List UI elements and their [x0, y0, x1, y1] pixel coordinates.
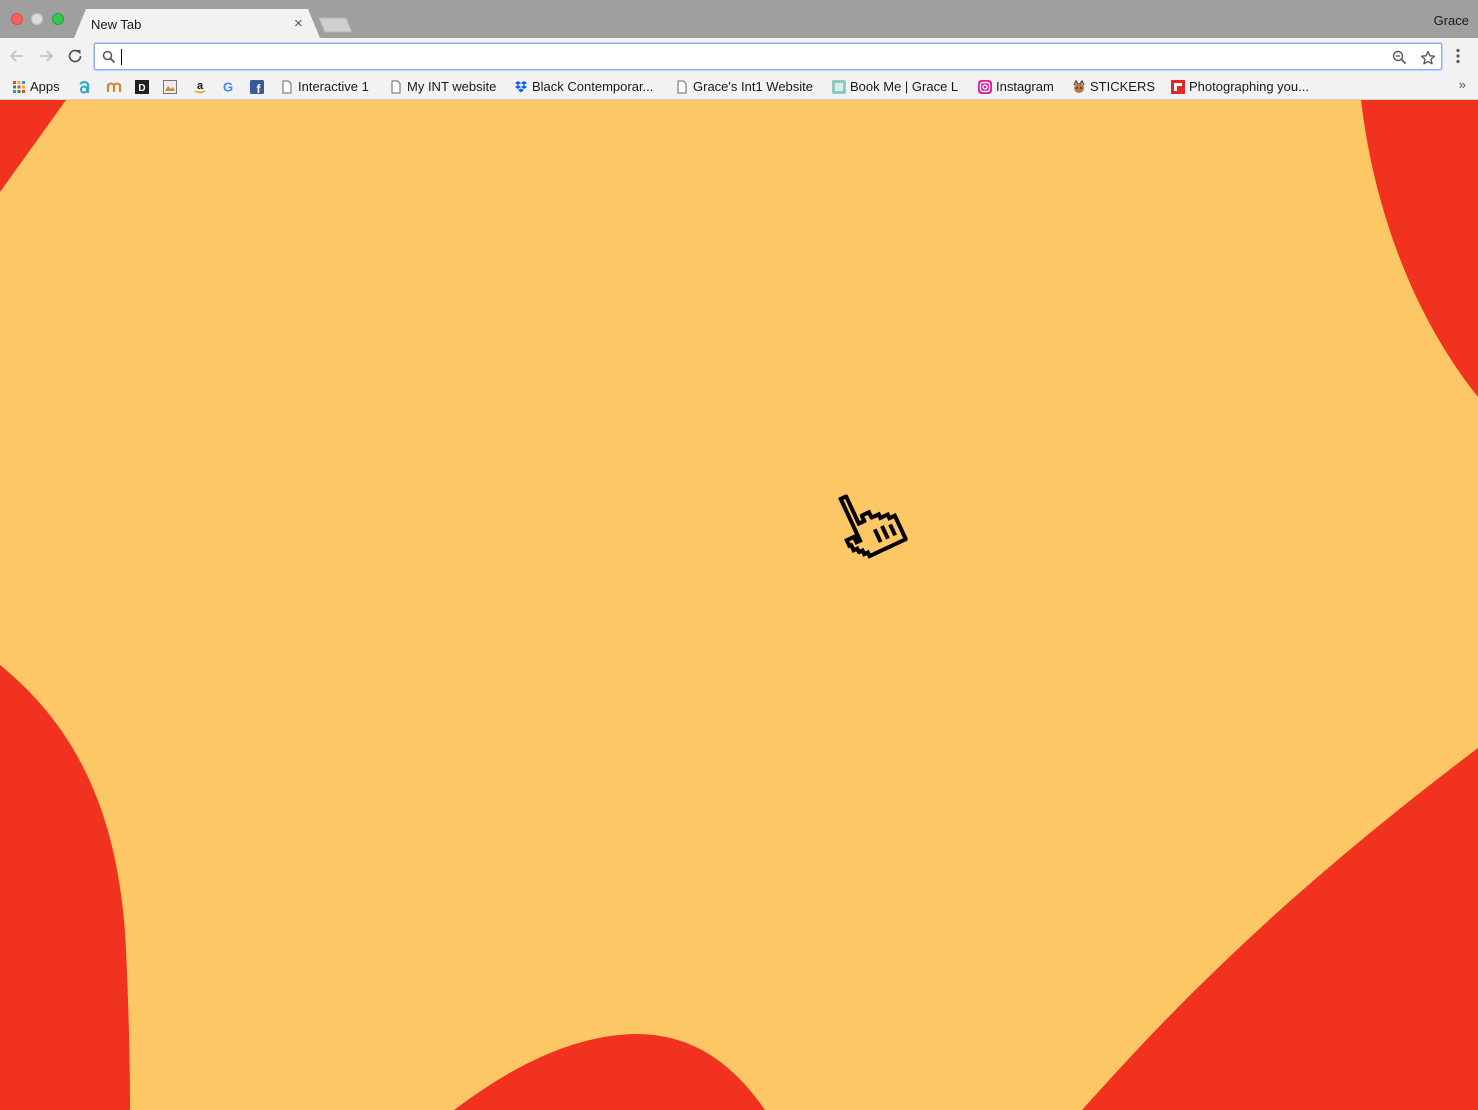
bookmark-interactive-1[interactable]: Interactive 1	[280, 78, 369, 95]
flipboard-icon	[1171, 79, 1185, 94]
bookmarks-overflow-button[interactable]: »	[1459, 77, 1466, 92]
bookmark-black-contemporary[interactable]: Black Contemporar...	[514, 78, 653, 95]
bookmark-photographing[interactable]: Photographing you...	[1171, 78, 1309, 95]
image-icon	[163, 79, 177, 94]
maximize-window-button[interactable]	[52, 13, 64, 25]
bookmark-star-icon[interactable]	[1420, 50, 1436, 66]
page-icon	[391, 80, 401, 93]
svg-text:D: D	[138, 83, 145, 94]
bookmark-label: STICKERS	[1090, 79, 1156, 94]
d-logo-icon: D	[135, 79, 149, 94]
dropbox-icon	[515, 80, 527, 92]
back-arrow-icon[interactable]	[8, 47, 26, 65]
facebook-icon: f	[250, 79, 264, 94]
background-blobs	[0, 100, 1478, 1110]
bookmark-book-me[interactable]: Book Me | Grace L	[832, 78, 958, 95]
site-icon	[832, 79, 846, 94]
pixel-hand-cursor-icon	[838, 493, 909, 559]
bookmark-label: Interactive 1	[298, 79, 369, 94]
blob-top-right	[1361, 100, 1478, 397]
sticker-icon	[1073, 79, 1085, 93]
bookmark-label: Apps	[30, 79, 60, 94]
bookmark-m-logo[interactable]	[107, 78, 125, 95]
bookmarks-bar: Apps D a G f Interactive 1 My INT websit…	[0, 73, 1478, 100]
bookmark-label: Black Contemporar...	[532, 79, 654, 94]
google-icon: G	[223, 80, 233, 94]
tab-new-tab[interactable]: New Tab ×	[74, 9, 322, 38]
address-input[interactable]	[119, 47, 1383, 68]
bookmark-label: Instagram	[996, 79, 1054, 94]
search-icon	[102, 50, 116, 64]
bookmark-label: Book Me | Grace L	[850, 79, 959, 94]
bookmark-amazon[interactable]: a	[193, 78, 211, 95]
bookmark-label: Photographing you...	[1189, 79, 1309, 94]
bookmark-a-logo[interactable]	[78, 78, 96, 95]
page-icon	[677, 80, 687, 93]
blob-bottom-right	[1082, 748, 1478, 1110]
a-logo-icon	[79, 80, 89, 93]
bookmark-google[interactable]: G	[221, 78, 239, 95]
blob-bottom-center	[454, 1034, 765, 1110]
menu-icon[interactable]	[1455, 48, 1461, 64]
bookmark-label: My INT website	[407, 79, 497, 94]
amazon-icon: a	[194, 80, 206, 93]
bookmark-instagram[interactable]: Instagram	[978, 78, 1054, 95]
new-tab-button[interactable]	[318, 17, 354, 33]
reload-icon[interactable]	[66, 47, 84, 65]
svg-text:G: G	[223, 80, 233, 94]
bookmark-d-logo[interactable]: D	[135, 78, 153, 95]
bookmark-my-int-website[interactable]: My INT website	[389, 78, 496, 95]
page-icon	[282, 80, 292, 93]
browser-toolbar	[0, 38, 1478, 73]
blob-top-left	[0, 100, 66, 192]
bookmark-apps[interactable]: Apps	[12, 78, 60, 95]
zoom-icon[interactable]	[1392, 50, 1407, 65]
tab-title: New Tab	[91, 17, 142, 32]
profile-name[interactable]: Grace	[1434, 13, 1469, 28]
instagram-icon	[978, 79, 992, 94]
m-logo-icon	[107, 82, 121, 92]
text-caret	[121, 49, 122, 65]
minimize-window-button[interactable]	[31, 13, 43, 25]
bookmark-graces-int1-website[interactable]: Grace's Int1 Website	[675, 78, 813, 95]
bookmark-facebook[interactable]: f	[250, 78, 268, 95]
window-titlebar: New Tab × Grace	[0, 0, 1478, 38]
close-window-button[interactable]	[11, 13, 23, 25]
page-content	[0, 100, 1478, 1110]
apps-grid-icon	[13, 80, 25, 93]
bookmark-stickers[interactable]: STICKERS	[1072, 78, 1155, 95]
tab-close-button[interactable]: ×	[294, 15, 303, 32]
address-bar[interactable]	[94, 43, 1442, 70]
forward-arrow-icon[interactable]	[37, 47, 55, 65]
svg-text:a: a	[197, 80, 204, 92]
blob-left	[0, 665, 130, 1110]
bookmark-label: Grace's Int1 Website	[693, 79, 814, 94]
bookmark-image[interactable]	[163, 78, 181, 95]
